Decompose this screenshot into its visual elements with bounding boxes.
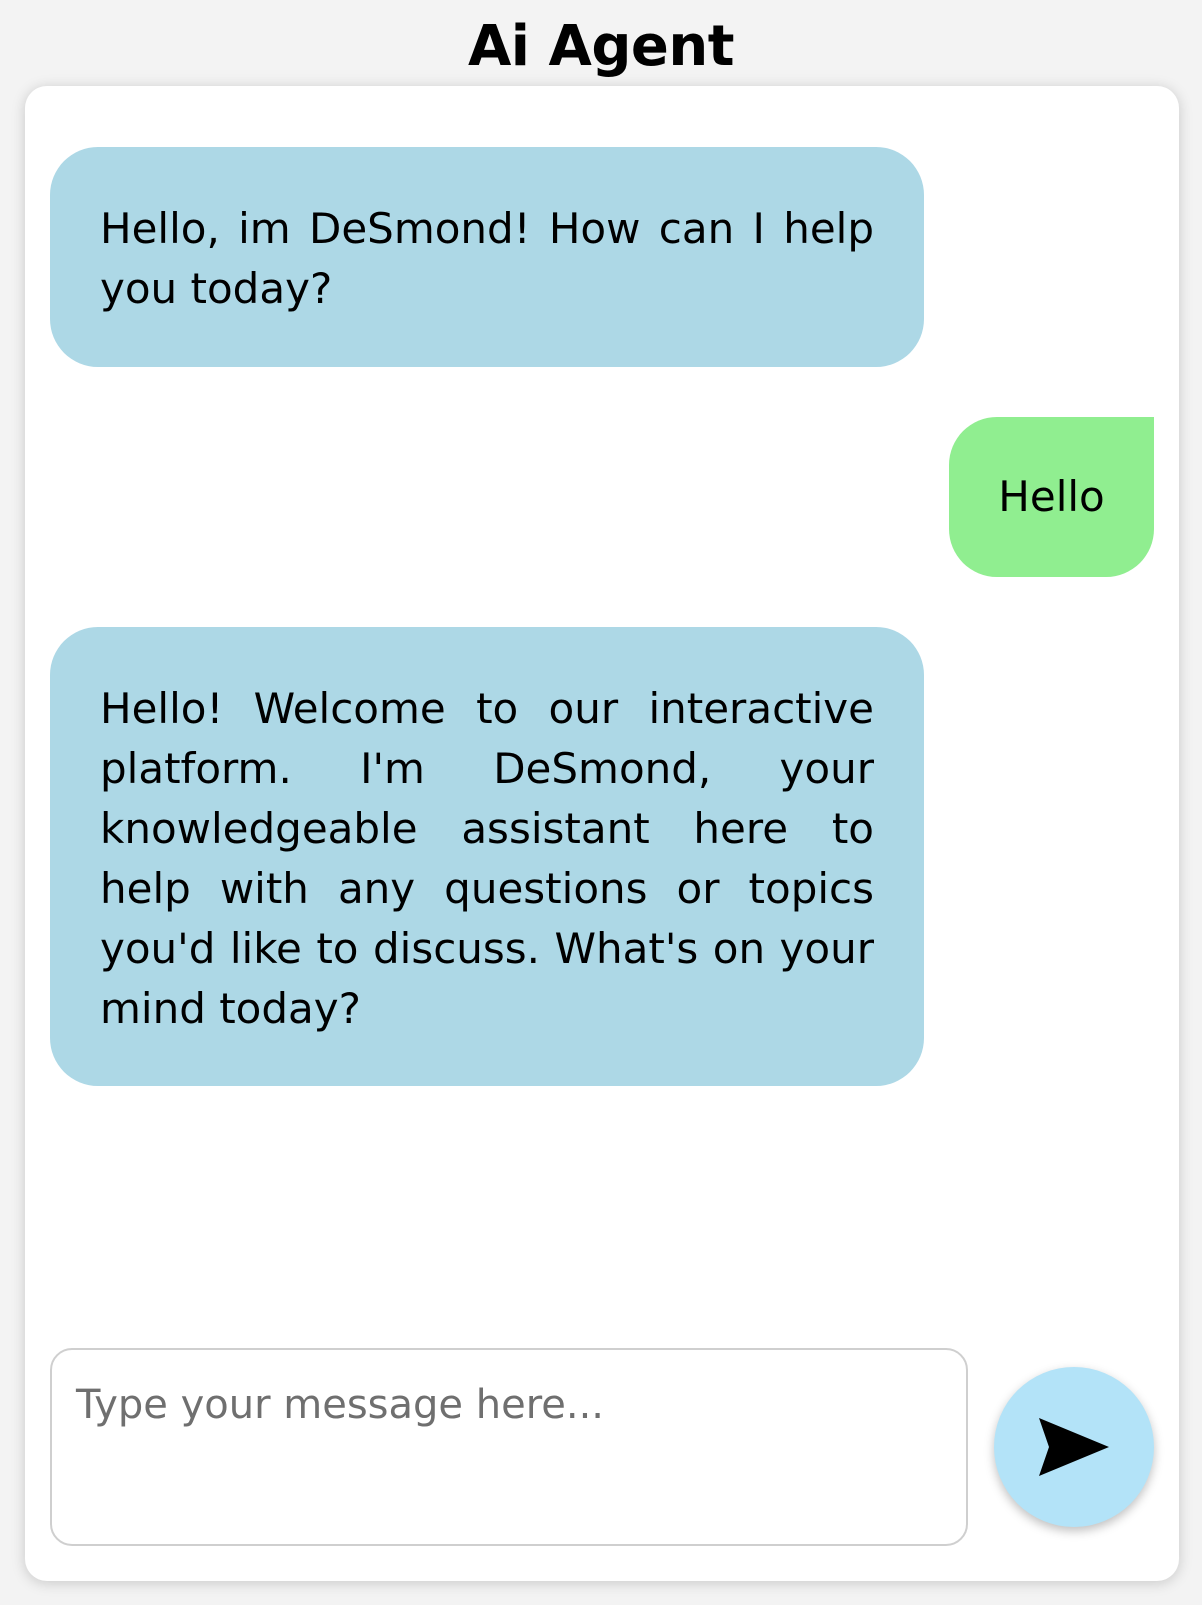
message-input[interactable]: [50, 1348, 968, 1546]
bot-message: Hello, im DeSmond! How can I help you to…: [50, 147, 924, 367]
page-title: Ai Agent: [467, 14, 735, 79]
send-button[interactable]: [994, 1367, 1154, 1527]
message-list: Hello, im DeSmond! How can I help you to…: [25, 86, 1179, 1326]
user-message: Hello: [949, 417, 1154, 577]
bot-message: Hello! Welcome to our interactive platfo…: [50, 627, 924, 1086]
send-icon: [1039, 1418, 1109, 1476]
chat-window: Hello, im DeSmond! How can I help you to…: [25, 86, 1179, 1581]
